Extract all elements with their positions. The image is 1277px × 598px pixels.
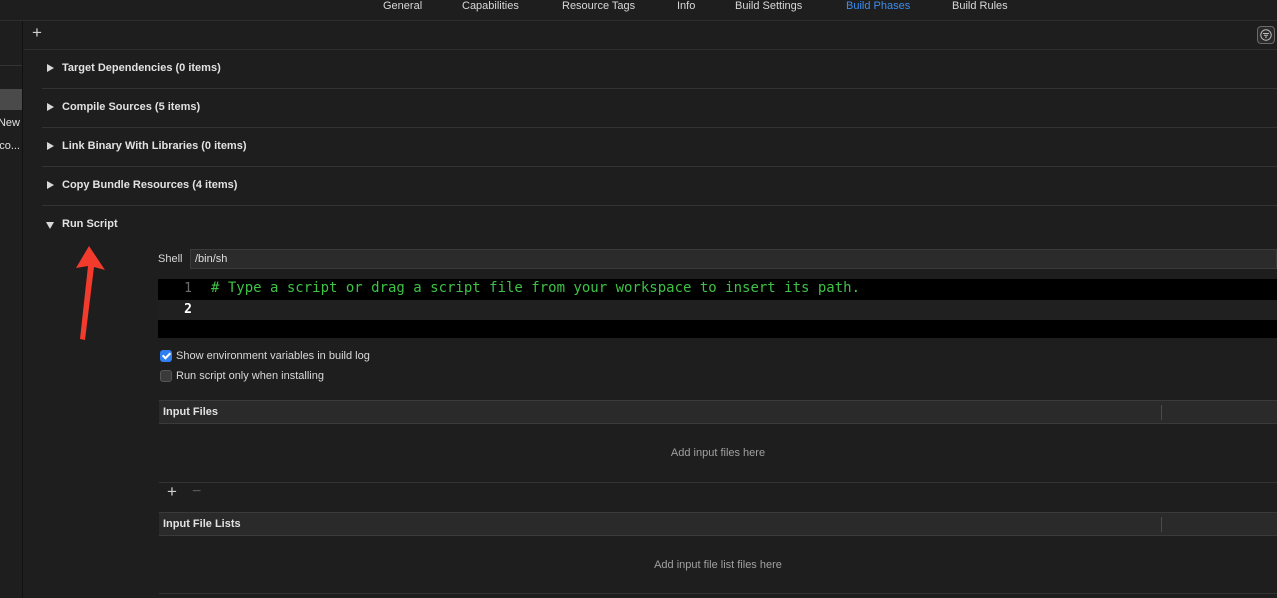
phase-target-dependencies[interactable]: Target Dependencies (0 items) — [42, 50, 1277, 89]
editor-line-current[interactable]: 2 — [158, 300, 1277, 320]
remove-input-file-button[interactable]: − — [192, 483, 201, 501]
shell-field[interactable] — [190, 249, 1277, 269]
shell-label: Shell — [158, 253, 183, 265]
input-files-placeholder: Add input files here — [670, 447, 766, 459]
disclosure-right-icon[interactable] — [47, 64, 54, 72]
sidebar-item-truncated[interactable]: co... — [0, 140, 20, 152]
line-number: 1 — [184, 281, 192, 296]
show-env-label: Show environment variables in build log — [176, 350, 370, 362]
tab-bar: General Capabilities Resource Tags Info … — [0, 0, 1277, 21]
column-divider[interactable] — [1161, 405, 1162, 420]
phase-title: Target Dependencies (0 items) — [62, 62, 221, 74]
plus-icon: + — [32, 23, 42, 42]
filter-button[interactable] — [1257, 26, 1275, 44]
phase-title: Compile Sources (5 items) — [62, 101, 201, 113]
input-file-lists-header: Input File Lists — [159, 512, 1277, 536]
input-files-title: Input Files — [163, 406, 218, 418]
code-comment[interactable]: # Type a script or drag a script file fr… — [211, 280, 860, 296]
column-divider[interactable] — [1161, 517, 1162, 532]
tab-capabilities[interactable]: Capabilities — [462, 0, 519, 14]
phase-copy-bundle-resources[interactable]: Copy Bundle Resources (4 items) — [42, 167, 1277, 206]
sidebar-item-new[interactable]: New — [0, 117, 20, 129]
annotation-arrow-icon — [76, 246, 105, 340]
only-installing-label: Run script only when installing — [176, 370, 324, 382]
phase-run-script[interactable]: Run Script — [42, 206, 1277, 245]
phase-title: Link Binary With Libraries (0 items) — [62, 140, 247, 152]
tab-build-phases[interactable]: Build Phases — [846, 0, 910, 14]
tab-general[interactable]: General — [383, 0, 422, 14]
script-editor[interactable]: 1 # Type a script or drag a script file … — [158, 279, 1277, 338]
disclosure-right-icon[interactable] — [47, 103, 54, 111]
tab-info[interactable]: Info — [677, 0, 695, 14]
shell-input[interactable] — [191, 250, 1276, 268]
tab-resource-tags[interactable]: Resource Tags — [562, 0, 635, 14]
phases-toolbar: + — [24, 21, 1277, 50]
disclosure-down-icon[interactable] — [46, 222, 54, 229]
tab-build-rules[interactable]: Build Rules — [952, 0, 1008, 14]
phase-title: Run Script — [62, 218, 118, 230]
add-input-file-button[interactable]: + — [167, 483, 177, 501]
only-installing-checkbox[interactable] — [160, 370, 172, 382]
disclosure-right-icon[interactable] — [47, 181, 54, 189]
sidebar-selected-item[interactable] — [0, 89, 22, 110]
show-env-checkbox[interactable] — [160, 350, 172, 362]
phase-compile-sources[interactable]: Compile Sources (5 items) — [42, 89, 1277, 128]
target-sidebar: New co... — [0, 21, 23, 598]
input-file-lists-title: Input File Lists — [163, 518, 241, 530]
input-file-lists-placeholder: Add input file list files here — [654, 559, 782, 571]
disclosure-right-icon[interactable] — [47, 142, 54, 150]
input-files-header: Input Files — [159, 400, 1277, 424]
filter-icon — [1260, 29, 1272, 41]
input-files-toolbar: + − — [159, 482, 1277, 502]
sidebar-divider — [0, 65, 22, 66]
phase-title: Copy Bundle Resources (4 items) — [62, 179, 238, 191]
tab-build-settings[interactable]: Build Settings — [735, 0, 802, 14]
input-file-lists-divider — [159, 593, 1277, 594]
editor-line[interactable]: 1 # Type a script or drag a script file … — [158, 279, 1277, 299]
line-number: 2 — [184, 302, 192, 317]
add-phase-button[interactable]: + — [29, 23, 45, 42]
phase-link-binary[interactable]: Link Binary With Libraries (0 items) — [42, 128, 1277, 167]
